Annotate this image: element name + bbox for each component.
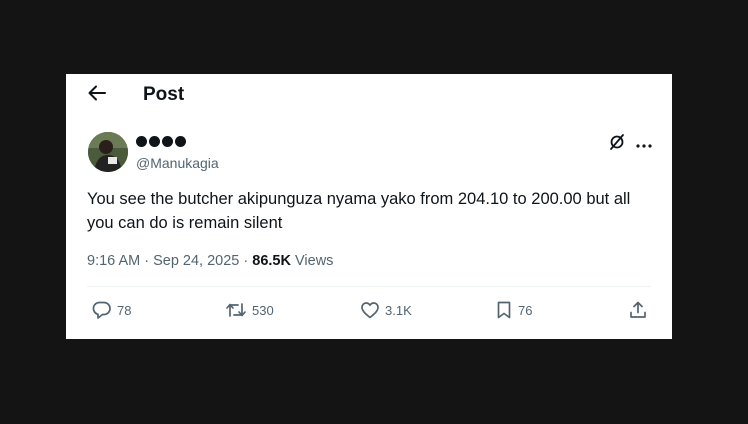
post-card: Post @Manukagia You see the butcher akip… <box>66 74 672 339</box>
reply-icon <box>92 300 112 320</box>
more-horizontal-icon <box>636 135 652 153</box>
heart-icon <box>360 300 380 320</box>
like-count: 3.1K <box>385 302 412 318</box>
meta-separator: · <box>140 253 154 269</box>
post-text: You see the butcher akipunguza nyama yak… <box>87 190 631 232</box>
views-count: 86.5K <box>252 253 291 269</box>
bookmark-icon <box>495 300 513 320</box>
arrow-left-icon <box>88 85 106 106</box>
share-button[interactable] <box>628 300 648 320</box>
bookmark-count: 76 <box>518 302 533 318</box>
emoji-glyph <box>175 136 186 147</box>
reply-button[interactable]: 78 <box>92 300 131 320</box>
repost-count: 530 <box>252 302 274 318</box>
repost-button[interactable]: 530 <box>225 300 274 320</box>
emoji-glyph <box>136 136 147 147</box>
grok-icon <box>608 133 626 156</box>
views-label: Views <box>295 253 334 269</box>
like-button[interactable]: 3.1K <box>360 300 412 320</box>
meta-separator: · <box>239 253 253 269</box>
emoji-glyph <box>149 136 160 147</box>
avatar[interactable] <box>88 132 128 172</box>
back-button[interactable] <box>86 84 108 106</box>
action-bar: 78 530 3.1K 76 <box>66 296 672 328</box>
more-options-button[interactable] <box>633 134 655 154</box>
divider <box>87 286 651 287</box>
display-name[interactable] <box>136 136 186 150</box>
share-icon <box>628 300 648 320</box>
repost-icon <box>225 300 247 320</box>
post-date[interactable]: Sep 24, 2025 <box>153 253 239 269</box>
page-title: Post <box>143 84 185 105</box>
post-time[interactable]: 9:16 AM <box>87 253 140 269</box>
post-meta: 9:16 AM · Sep 24, 2025 · 86.5K Views <box>87 252 333 270</box>
user-handle[interactable]: @Manukagia <box>136 154 219 172</box>
post-header: Post <box>66 74 672 118</box>
bookmark-button[interactable]: 76 <box>495 300 532 320</box>
grok-button[interactable] <box>607 133 627 156</box>
reply-count: 78 <box>117 302 132 318</box>
emoji-glyph <box>162 136 173 147</box>
